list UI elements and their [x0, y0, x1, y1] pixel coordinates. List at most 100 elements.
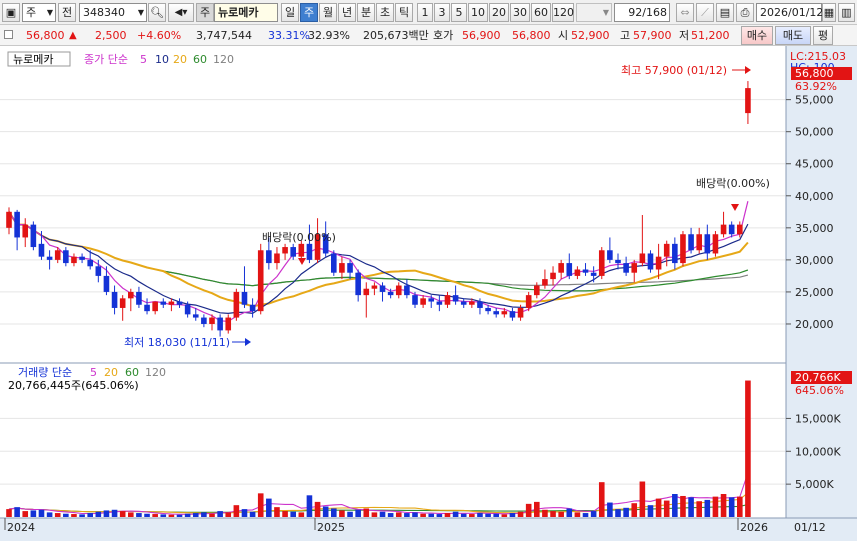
price-change: 2,500: [95, 29, 127, 42]
volume-bar: [363, 508, 370, 517]
checkbox-icon[interactable]: [4, 30, 13, 39]
market-type-select[interactable]: 주 ▼: [22, 3, 56, 22]
candle-body: [119, 298, 126, 308]
candle-body: [128, 291, 134, 299]
candle-body: [525, 295, 532, 308]
candle-body: [6, 211, 12, 228]
volume-bar: [152, 514, 158, 517]
volume-bar: [314, 501, 321, 517]
zoom-icon[interactable]: ⇔: [676, 3, 694, 22]
candle-body: [655, 256, 662, 270]
candle-body: [274, 253, 280, 264]
interval-tab-3[interactable]: 3: [434, 3, 450, 22]
candle-body: [282, 247, 288, 254]
speaker-icon[interactable]: ◀▾: [168, 3, 194, 22]
open-label: 시: [558, 29, 569, 42]
interval-tab-1[interactable]: 1: [417, 3, 433, 22]
interval-tab-60[interactable]: 60: [531, 3, 551, 22]
candle-body: [420, 298, 426, 305]
legend-ma60: 60: [193, 53, 207, 66]
volume-bar: [428, 513, 435, 517]
candle-body: [404, 285, 410, 296]
interval-tab-5[interactable]: 5: [451, 3, 467, 22]
volume-bar: [639, 481, 646, 517]
volume-bar: [95, 511, 102, 517]
calendar-icon[interactable]: ▦: [822, 3, 836, 22]
candle-body: [663, 243, 670, 257]
volume-bar: [103, 510, 110, 517]
volume-bar: [111, 509, 118, 517]
volume-bar: [322, 506, 329, 517]
candle-body: [46, 256, 53, 260]
interval-tab-20[interactable]: 20: [489, 3, 509, 22]
chart-icon[interactable]: ⟋: [696, 3, 714, 22]
candle-body: [574, 269, 581, 276]
period-tab-5[interactable]: 초: [376, 3, 394, 22]
volume-bar: [290, 511, 296, 517]
interval-tab-30[interactable]: 30: [510, 3, 530, 22]
volume-bar: [282, 511, 288, 517]
market-type-value: 주: [26, 6, 37, 19]
candle-body: [152, 301, 158, 312]
candle-body: [209, 317, 215, 324]
volume-bar: [550, 511, 556, 517]
window-icon[interactable]: ▣: [2, 3, 20, 22]
candle-body: [266, 250, 272, 264]
ask-price-1: 56,900: [462, 29, 501, 42]
period-tab-2[interactable]: 월: [319, 3, 337, 22]
volume-bar: [201, 512, 207, 517]
volume-bar: [444, 513, 451, 517]
volume-bar: [631, 503, 638, 517]
candle-body: [428, 298, 435, 302]
price-tick-label: 50,000: [795, 126, 834, 139]
volume-bar: [680, 495, 686, 517]
buy-button[interactable]: 매수: [741, 26, 773, 45]
prefix-button[interactable]: 전: [58, 3, 76, 22]
date-input[interactable]: 2026/01/12: [756, 3, 823, 22]
code-input[interactable]: 348340 ▼: [79, 3, 147, 22]
chevron-down-icon: ▼: [602, 8, 609, 17]
interval-tab-120[interactable]: 120: [552, 3, 574, 22]
print-icon[interactable]: ⎙: [736, 3, 754, 22]
candle-body: [460, 301, 467, 305]
candle-body: [22, 224, 29, 238]
volume-bar: [460, 513, 467, 517]
period-tab-4[interactable]: 분: [357, 3, 375, 22]
volume-bar: [663, 500, 670, 517]
volume-bar: [647, 505, 654, 517]
save-icon[interactable]: ▤: [716, 3, 734, 22]
volume-bar: [404, 513, 410, 517]
candle-body: [485, 307, 491, 312]
count-display[interactable]: 92/168: [614, 3, 670, 22]
high-annotation: 최고 57,900 (01/12): [621, 64, 727, 77]
candle-body: [379, 285, 386, 292]
evaluate-button[interactable]: 평: [813, 26, 833, 45]
volume-bar: [306, 495, 313, 517]
date-label-last: 01/12: [794, 521, 826, 534]
candle-body: [347, 263, 353, 273]
candle-body: [444, 295, 451, 305]
volume-bar: [249, 511, 256, 517]
period-tab-0[interactable]: 일: [281, 3, 299, 22]
candle-body: [728, 224, 735, 235]
period-tab-6[interactable]: 틱: [395, 3, 413, 22]
dividend-annotation-2: 배당락(0.00%): [696, 177, 770, 190]
price-tick-label: 35,000: [795, 222, 834, 235]
settings-icon[interactable]: ▥: [838, 3, 855, 22]
volume-tick-label: 10,000K: [795, 445, 841, 458]
candle-body: [623, 263, 629, 273]
chart[interactable]: 뉴로메카 종가 단순 5 10 20 60 120 거래량 단순 5 20 60…: [0, 46, 857, 541]
candle-body: [550, 272, 556, 280]
low-price: 51,200: [691, 29, 730, 42]
interval-input[interactable]: ▼: [576, 3, 612, 22]
period-tab-1[interactable]: 주: [300, 3, 318, 22]
candle-body: [720, 224, 727, 235]
volume-tick-label: 5,000K: [795, 478, 834, 491]
candle-body: [558, 263, 564, 273]
sell-button[interactable]: 매도: [775, 26, 811, 45]
volume-bar: [209, 513, 215, 517]
period-tab-3[interactable]: 년: [338, 3, 356, 22]
volume-bar: [607, 502, 613, 517]
interval-tab-10[interactable]: 10: [468, 3, 488, 22]
search-icon[interactable]: 🔍︎: [148, 3, 166, 22]
